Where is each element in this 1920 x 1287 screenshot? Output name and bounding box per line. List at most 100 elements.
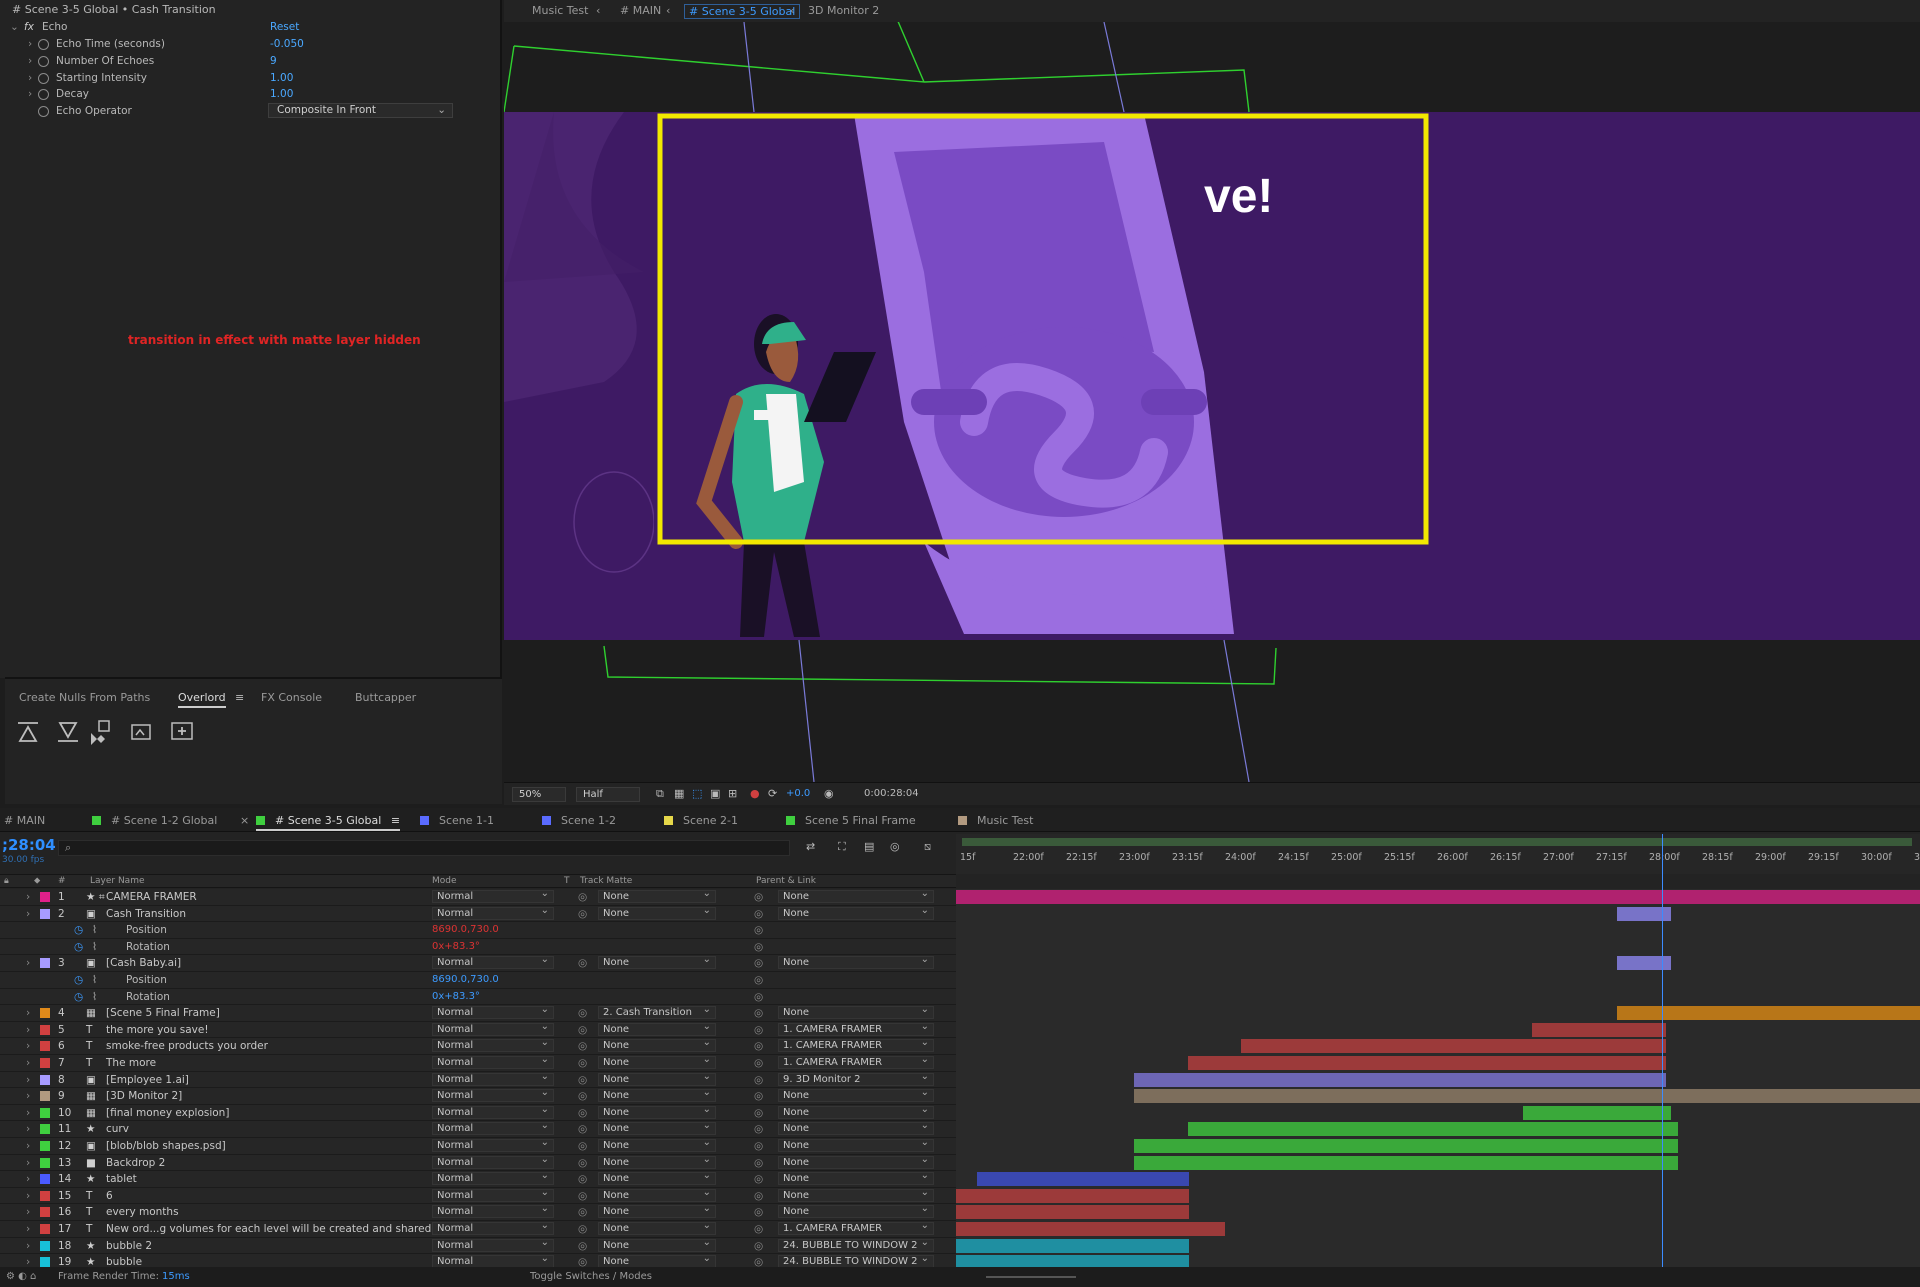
timeline-tab-scene-1-2[interactable]: Scene 1-2 [542,814,616,827]
layer-name[interactable]: [final money explosion] [106,1105,229,1121]
layer-row[interactable]: › 2 ▣ Cash Transition Normal ◎ None ◎ None [0,905,956,923]
track-matte-select[interactable]: None [598,954,716,970]
layer-name[interactable]: the more you save! [106,1022,209,1038]
layer-row[interactable]: › 15 T6 Normal ◎ None ◎ None [0,1187,956,1205]
layer-duration-bar[interactable] [1188,1056,1667,1070]
blend-mode-select[interactable]: Normal [432,1037,554,1053]
blend-mode-select[interactable]: Normal [432,1087,554,1103]
blend-mode-select[interactable]: Normal [432,1220,554,1235]
graph-editor-icon[interactable]: ⧅ [924,840,931,854]
layer-duration-bar[interactable] [1134,1155,1679,1170]
track-matte-select[interactable]: None [598,1037,716,1053]
frame-blending-icon[interactable]: ▤ [864,840,874,853]
parent-select[interactable]: None [778,954,934,970]
pickwhip-icon[interactable]: ◎ [754,1072,763,1088]
track-matte-icon[interactable]: ◎ [578,1072,594,1088]
label-color-swatch[interactable] [40,1107,50,1118]
pickwhip-icon[interactable]: ◎ [754,1221,763,1237]
pickwhip-icon[interactable]: ◎ [754,939,763,955]
echo-operator-select[interactable]: Composite In Front ⌄ [268,103,453,118]
track-matte-select[interactable]: None [598,1237,716,1252]
pickwhip-icon[interactable]: ◎ [754,1155,763,1171]
track-matte-icon[interactable]: ◎ [578,1155,594,1171]
layer-name[interactable]: The more [106,1055,156,1071]
transparency-grid-icon[interactable]: ▦ [674,787,684,800]
motion-blur-icon[interactable]: ◎ [890,840,900,853]
layer-duration-bar[interactable] [956,1222,1225,1236]
chevron-down-icon[interactable]: ⌄ [10,19,19,36]
layer-row[interactable]: › 12 ▣ [blob/blob shapes.psd] Normal ◎ None ◎ No… [0,1137,956,1155]
timeline-tab-scene-1-2-global[interactable]: # Scene 1-2 Global [92,814,217,827]
layer-row[interactable]: ›6Tsmoke-free products you orderNormal◎N… [0,1037,956,1055]
track-matte-select[interactable]: None [598,1203,716,1219]
expand-chevron-icon[interactable]: › [26,955,30,971]
pickwhip-icon[interactable]: ◎ [754,1121,763,1137]
prop-value[interactable]: 1.00 [270,86,293,103]
menu-icon[interactable]: ≡ [235,691,244,704]
layer-name[interactable]: 6 [106,1188,113,1204]
parent-select[interactable]: None [778,1104,934,1119]
parent-select[interactable]: None [778,1087,934,1103]
property-row[interactable]: ◷ ⌇ Rotation 0x+83.3° ◎ [0,938,956,956]
layer-row[interactable]: › 8 ▣ [Employee 1.ai] Normal ◎ None ◎ 9. 3D Moni… [0,1071,956,1089]
expand-chevron-icon[interactable]: › [26,1138,30,1154]
label-color-swatch[interactable] [40,1008,50,1019]
layer-duration-bar[interactable] [1522,1105,1672,1120]
parent-select[interactable]: None [778,1187,934,1202]
echo-effect-header[interactable]: ⌄ fx Echo Reset [0,19,490,36]
parent-select[interactable]: None [778,1004,934,1020]
track-matte-select[interactable]: None [598,1054,716,1069]
track-matte-select[interactable]: None [598,1187,716,1202]
label-color-swatch[interactable] [40,1257,50,1268]
expand-chevron-icon[interactable]: › [26,1005,30,1021]
label-color-swatch[interactable] [40,1091,50,1102]
exposure-reset-icon[interactable]: ⟳ [768,787,777,800]
channel-icon[interactable]: ⊞ [728,787,737,800]
layer-duration-bar[interactable] [977,1172,1190,1187]
tab-create-nulls[interactable]: Create Nulls From Paths [19,691,150,704]
track-matte-select[interactable]: None [598,1170,716,1186]
label-color-swatch[interactable] [40,958,50,969]
blend-mode-select[interactable]: Normal [432,1170,554,1186]
parent-select[interactable]: None [778,1154,934,1169]
layer-name[interactable]: [Employee 1.ai] [106,1072,189,1088]
label-color-swatch[interactable] [40,1041,50,1052]
blend-mode-select[interactable]: Normal [432,889,554,903]
layer-name[interactable]: [3D Monitor 2] [106,1088,182,1104]
track-matte-icon[interactable]: ◎ [578,1022,594,1038]
layer-name[interactable]: CAMERA FRAMER [106,889,197,905]
parent-select[interactable]: None [778,1137,934,1152]
expand-chevron-icon[interactable]: › [26,906,30,922]
layer-row[interactable]: › 10 ▦ [final money explosion] Normal ◎ None ◎ N… [0,1104,956,1122]
blend-mode-select[interactable]: Normal [432,1137,554,1152]
expand-chevron-icon[interactable]: › [26,1204,30,1220]
prop-value[interactable]: 9 [270,53,277,70]
timeline-tab-main[interactable]: # MAIN [4,814,45,827]
layer-search-input[interactable]: ⌕ [58,840,790,856]
expand-chevron-icon[interactable]: › [26,1155,30,1171]
prop-number-of-echoes[interactable]: › Number Of Echoes 9 [0,53,490,70]
layer-duration-bar[interactable] [1134,1139,1679,1153]
layer-name[interactable]: [Cash Baby.ai] [106,955,181,971]
layer-row[interactable]: ›9▦[3D Monitor 2]Normal◎None◎None [0,1087,956,1105]
zoom-select[interactable]: 50% [512,787,566,802]
image-frame-icon[interactable] [129,719,155,745]
expand-chevron-icon[interactable]: › [26,1072,30,1088]
track-matte-select[interactable]: None [598,1104,716,1119]
prop-decay[interactable]: › Decay 1.00 [0,86,490,103]
expand-chevron-icon[interactable]: › [26,889,30,905]
label-color-swatch[interactable] [40,1141,50,1151]
parent-select[interactable]: 1. CAMERA FRAMER [778,1054,934,1069]
label-color-swatch[interactable] [40,1157,50,1168]
label-color-swatch[interactable] [40,1074,50,1085]
timeline-tab-scene-2-1[interactable]: Scene 2-1 [664,814,738,827]
region-icon[interactable]: ⧉ [656,787,664,801]
pickwhip-icon[interactable]: ◎ [754,1238,763,1254]
label-tag-icon[interactable]: ⬥ [34,876,40,886]
pickwhip-icon[interactable]: ◎ [754,972,763,988]
pickwhip-icon[interactable]: ◎ [754,1138,763,1154]
expand-chevron-icon[interactable]: › [26,1055,30,1071]
status-icons[interactable]: ⚙ ◐ ⌂ [6,1271,36,1282]
blend-mode-select[interactable]: Normal [432,1021,554,1036]
layer-duration-bar[interactable] [956,1205,1190,1220]
